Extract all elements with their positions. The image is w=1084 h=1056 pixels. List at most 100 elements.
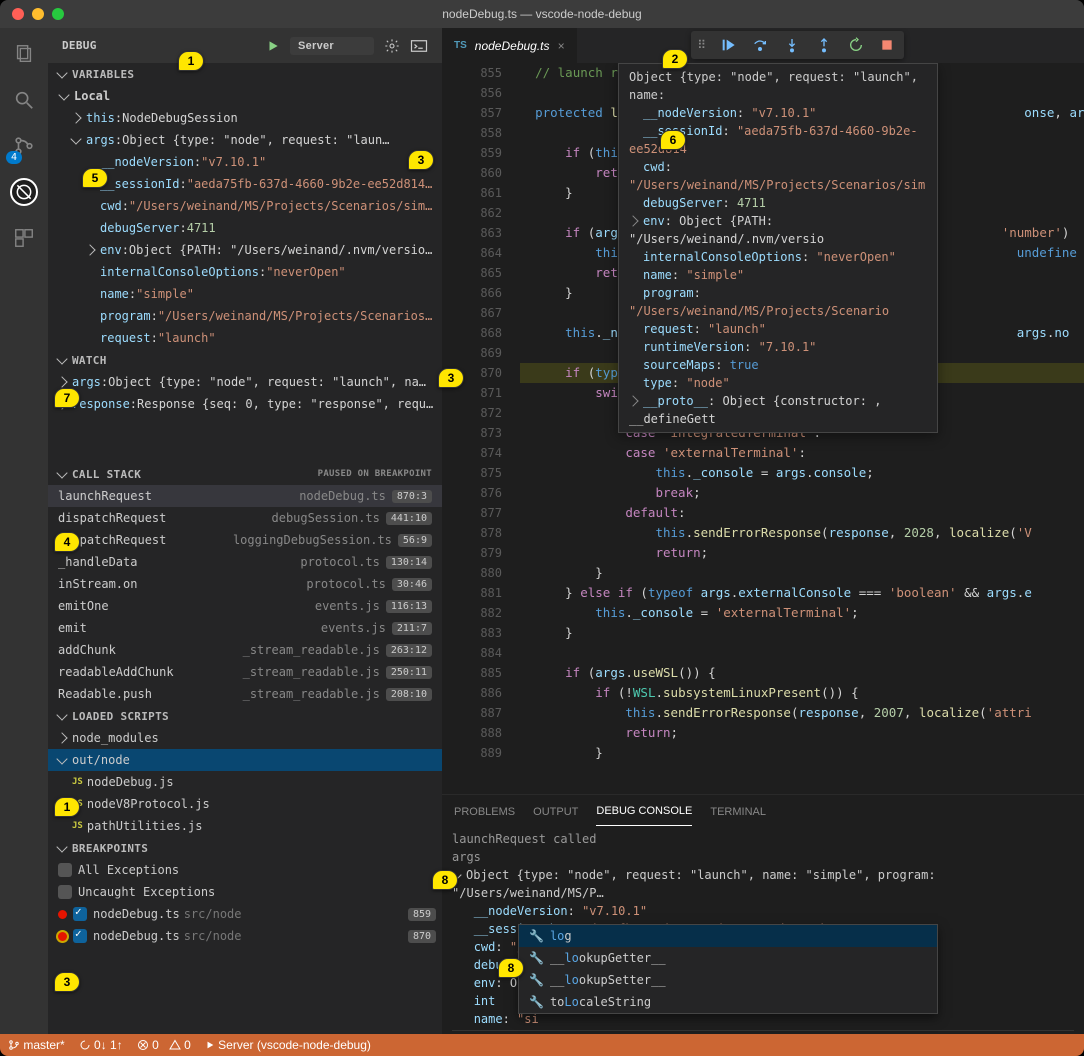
explorer-activity-icon[interactable]: [10, 40, 38, 68]
debug-console-body[interactable]: launchRequest calledargsObject {type: "n…: [442, 828, 1084, 1034]
panel-tab[interactable]: DEBUG CONSOLE: [596, 797, 692, 826]
breakpoint-exception-row[interactable]: Uncaught Exceptions: [48, 881, 442, 903]
stackframe-row[interactable]: inStream.onprotocol.ts30:46: [48, 573, 442, 595]
variable-row[interactable]: request: "launch": [48, 327, 442, 349]
window-minimize-button[interactable]: [32, 8, 44, 20]
stackframe-row[interactable]: emitOneevents.js116:13: [48, 595, 442, 617]
stackframe-row[interactable]: dispatchRequestloggingDebugSession.ts56:…: [48, 529, 442, 551]
chevron-down-icon: [56, 353, 67, 364]
stackframe-row[interactable]: launchRequestnodeDebug.ts870:3: [48, 485, 442, 507]
debug-hover-tooltip: Object {type: "node", request: "launch",…: [618, 63, 938, 433]
chevron-down-icon: [56, 841, 67, 852]
tab-close-icon[interactable]: ×: [558, 39, 565, 53]
editor-tab[interactable]: TS nodeDebug.ts ×: [442, 28, 577, 63]
step-out-button[interactable]: [816, 37, 834, 53]
panel-tab[interactable]: OUTPUT: [533, 798, 578, 826]
code-editor[interactable]: 8558568578588598608618628638648658668678…: [442, 63, 1084, 794]
chevron-down-icon: [56, 467, 67, 478]
stackframe-row[interactable]: dispatchRequestdebugSession.ts441:10: [48, 507, 442, 529]
sync-status[interactable]: 0↓ 1↑: [79, 1038, 123, 1052]
callstack-section-header[interactable]: CALL STACK PAUSED ON BREAKPOINT: [48, 463, 442, 485]
suggest-item[interactable]: 🔧log: [519, 925, 937, 947]
loaded-scripts-tree: node_modulesout/nodeJSnodeDebug.jsJSnode…: [48, 727, 442, 837]
checkbox[interactable]: [73, 929, 87, 943]
loaded-file[interactable]: JSnodeDebug.js: [48, 771, 442, 793]
window-zoom-button[interactable]: [52, 8, 64, 20]
callstack-tree: launchRequestnodeDebug.ts870:3dispatchRe…: [48, 485, 442, 705]
extensions-activity-icon[interactable]: [10, 224, 38, 252]
breakpoint-row[interactable]: nodeDebug.ts src/node870: [48, 925, 442, 947]
stackframe-row[interactable]: addChunk_stream_readable.js263:12: [48, 639, 442, 661]
debug-config-select[interactable]: Server: [290, 37, 374, 55]
stackframe-row[interactable]: _handleDataprotocol.ts130:14: [48, 551, 442, 573]
watch-row[interactable]: response: Response {seq: 0, type: "respo…: [48, 393, 442, 415]
scm-activity-icon[interactable]: 4: [10, 132, 38, 160]
editor-area: TS nodeDebug.ts × ⠿ 85585685785885986086…: [442, 28, 1084, 1034]
stackframe-row[interactable]: Readable.push_stream_readable.js208:10: [48, 683, 442, 705]
search-activity-icon[interactable]: [10, 86, 38, 114]
watch-row[interactable]: args: Object {type: "node", request: "la…: [48, 371, 442, 393]
suggest-item[interactable]: 🔧toLocaleString: [519, 991, 937, 1013]
debug-target-status[interactable]: Server (vscode-node-debug): [205, 1038, 371, 1052]
breakpoints-tree: All ExceptionsUncaught ExceptionsnodeDeb…: [48, 859, 442, 947]
panel-tab[interactable]: PROBLEMS: [454, 798, 515, 826]
variable-row[interactable]: args: Object {type: "node", request: "la…: [48, 129, 442, 151]
variable-row[interactable]: cwd: "/Users/weinand/MS/Projects/Scenari…: [48, 195, 442, 217]
variable-row[interactable]: name: "simple": [48, 283, 442, 305]
watch-tree: args: Object {type: "node", request: "la…: [48, 371, 442, 415]
step-over-button[interactable]: [752, 37, 770, 53]
debug-activity-icon[interactable]: [10, 178, 38, 206]
window-close-button[interactable]: [12, 8, 24, 20]
variables-tree: Localthis: NodeDebugSessionargs: Object …: [48, 85, 442, 349]
debug-toolbar[interactable]: ⠿: [691, 31, 904, 59]
breakpoint-row[interactable]: nodeDebug.ts src/node859: [48, 903, 442, 925]
watch-section-header[interactable]: WATCH: [48, 349, 442, 371]
breakpoints-section-header[interactable]: BREAKPOINTS: [48, 837, 442, 859]
variable-row[interactable]: debugServer: 4711: [48, 217, 442, 239]
window-titlebar: nodeDebug.ts — vscode-node-debug: [0, 0, 1084, 28]
loaded-folder[interactable]: node_modules: [48, 727, 442, 749]
loaded-file[interactable]: JSpathUtilities.js: [48, 815, 442, 837]
loaded-folder[interactable]: out/node: [48, 749, 442, 771]
variable-row[interactable]: __nodeVersion: "v7.10.1": [48, 151, 442, 173]
suggest-item[interactable]: 🔧__lookupGetter__: [519, 947, 937, 969]
drag-grip-icon[interactable]: ⠿: [697, 38, 706, 52]
loaded-scripts-section-header[interactable]: LOADED SCRIPTS: [48, 705, 442, 727]
panel-tabs: PROBLEMS OUTPUT DEBUG CONSOLE TERMINAL: [442, 795, 1084, 828]
suggest-item[interactable]: 🔧__lookupSetter__: [519, 969, 937, 991]
restart-button[interactable]: [848, 37, 866, 53]
chevron-down-icon: [56, 709, 67, 720]
panel-tab[interactable]: TERMINAL: [710, 798, 766, 826]
variable-row[interactable]: internalConsoleOptions: "neverOpen": [48, 261, 442, 283]
checkbox[interactable]: [73, 907, 87, 921]
loaded-file[interactable]: JSnodeV8Protocol.js: [48, 793, 442, 815]
status-bar: master* 0↓ 1↑ 0 0 Server (vscode-node-de…: [0, 1034, 1084, 1056]
debug-settings-gear-icon[interactable]: [384, 38, 400, 54]
checkbox[interactable]: [58, 885, 72, 899]
scm-badge: 4: [6, 151, 22, 164]
bottom-panel: PROBLEMS OUTPUT DEBUG CONSOLE TERMINAL laun…: [442, 794, 1084, 1034]
stackframe-row[interactable]: emitevents.js211:7: [48, 617, 442, 639]
git-branch-status[interactable]: master*: [8, 1038, 65, 1052]
variable-row[interactable]: program: "/Users/weinand/MS/Projects/Sce…: [48, 305, 442, 327]
step-into-button[interactable]: [784, 37, 802, 53]
editor-tabbar: TS nodeDebug.ts × ⠿: [442, 28, 1084, 63]
debug-console-toggle-icon[interactable]: [410, 39, 428, 53]
checkbox[interactable]: [58, 863, 72, 877]
variable-row[interactable]: env: Object {PATH: "/Users/weinand/.nvm/…: [48, 239, 442, 261]
problems-status[interactable]: 0 0: [137, 1038, 191, 1052]
breakpoint-exception-row[interactable]: All Exceptions: [48, 859, 442, 881]
variable-row[interactable]: this: NodeDebugSession: [48, 107, 442, 129]
start-debug-button[interactable]: [266, 39, 280, 53]
debug-label: DEBUG: [62, 39, 97, 52]
stop-button[interactable]: [880, 38, 898, 52]
stackframe-row[interactable]: readableAddChunk_stream_readable.js250:1…: [48, 661, 442, 683]
variables-scope[interactable]: Local: [48, 85, 442, 107]
intellisense-popup[interactable]: 🔧log🔧__lookupGetter__🔧__lookupSetter__🔧t…: [518, 924, 938, 1014]
continue-button[interactable]: [720, 37, 738, 53]
debug-header: DEBUG Server: [48, 28, 442, 63]
typescript-file-icon: TS: [454, 40, 467, 51]
activity-bar: 4: [0, 28, 48, 1034]
chevron-down-icon: [56, 67, 67, 78]
variables-section-header[interactable]: VARIABLES: [48, 63, 442, 85]
